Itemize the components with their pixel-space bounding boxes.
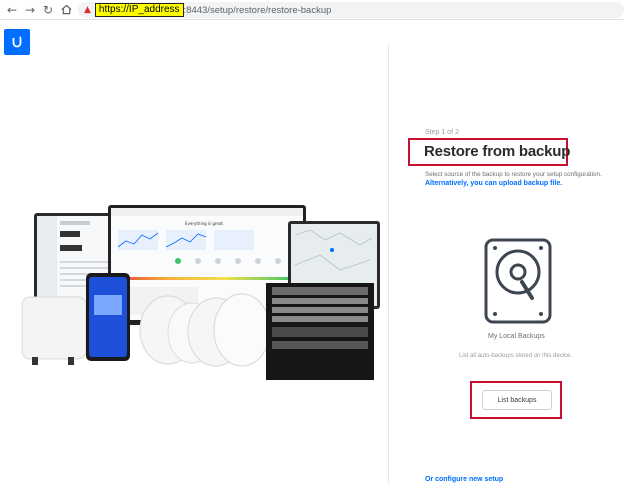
hard-drive-icon	[484, 238, 552, 329]
address-bar[interactable]: ▲ https://IP_address :8443/setup/restore…	[78, 2, 624, 18]
panel-divider	[388, 44, 389, 484]
list-backups-button[interactable]: List backups	[482, 390, 552, 410]
browser-toolbar: ← → ↻ ▲ https://IP_address :8443/setup/r…	[0, 0, 624, 20]
devices-illustration: Everything is great	[21, 205, 380, 380]
step-indicator: Step 1 of 2	[425, 129, 459, 136]
arrow-right-icon[interactable]: →	[21, 1, 39, 19]
local-backups-label: My Local Backups	[488, 333, 545, 340]
list-backups-hint: List all auto-backups stored on this dev…	[459, 353, 573, 359]
page-title: Restore from backup	[424, 143, 571, 160]
ubiquiti-logo[interactable]	[4, 29, 30, 55]
reload-icon[interactable]: ↻	[39, 1, 57, 19]
restore-description: Select source of the backup to restore y…	[425, 171, 602, 178]
url-path: :8443/setup/restore/restore-backup	[183, 4, 332, 16]
configure-new-setup-link[interactable]: Or configure new setup	[425, 476, 503, 483]
svg-text:Everything is great: Everything is great	[185, 221, 223, 226]
upload-backup-link[interactable]: Alternatively, you can upload backup fil…	[425, 180, 562, 187]
warning-icon: ▲	[84, 5, 91, 15]
home-icon[interactable]	[57, 1, 75, 19]
url-highlighted: https://IP_address	[94, 3, 184, 17]
arrow-left-icon[interactable]: ←	[3, 1, 21, 19]
